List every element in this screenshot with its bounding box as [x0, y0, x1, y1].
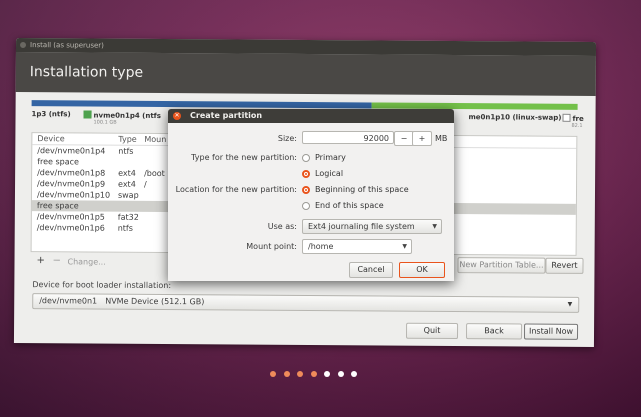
cell-device: /dev/nvme0n1p8	[37, 168, 106, 178]
cell-mount: /	[144, 179, 147, 189]
end-radio-label[interactable]: End of this space	[315, 201, 384, 210]
size-value: 92000	[363, 134, 389, 143]
progress-dot	[270, 371, 276, 377]
close-icon[interactable]: ✕	[173, 112, 181, 120]
cell-type: ntfs	[118, 146, 134, 156]
cell-device: free space	[37, 157, 80, 167]
partition-type-label: Type for the new partition:	[191, 153, 297, 162]
progress-dot	[283, 371, 290, 377]
step-progress	[0, 371, 641, 379]
legend-free-size: 82.1	[571, 122, 583, 129]
beginning-radio[interactable]	[302, 186, 310, 194]
cell-device: /dev/nvme0n1p9	[37, 179, 106, 189]
progress-dot	[310, 371, 317, 377]
beginning-radio-label[interactable]: Beginning of this space	[315, 185, 409, 194]
legend-swatch	[562, 113, 571, 122]
logical-radio[interactable]	[302, 170, 310, 178]
revert-button[interactable]: Revert	[545, 257, 584, 274]
mount-point-label: Mount point:	[246, 242, 297, 251]
boot-loader-label: Device for boot loader installation:	[32, 280, 172, 291]
use-as-label: Use as:	[267, 222, 297, 231]
cancel-button[interactable]: Cancel	[349, 262, 393, 278]
location-label: Location for the new partition:	[175, 185, 297, 194]
size-label: Size:	[277, 134, 297, 143]
install-now-button[interactable]: Install Now	[523, 323, 579, 340]
cell-type: ext4	[118, 168, 136, 178]
boot-device-description: NVMe Device (512.1 GB)	[105, 296, 205, 307]
end-radio[interactable]	[302, 202, 310, 210]
cell-device: free space	[36, 201, 79, 211]
ok-button[interactable]: OK	[399, 262, 445, 278]
window-close-icon[interactable]	[20, 42, 27, 49]
cell-type: ext4	[118, 179, 136, 189]
add-partition-button[interactable]: +	[36, 255, 44, 266]
remove-partition-button[interactable]: −	[52, 255, 60, 266]
cell-device: /dev/nvme0n1p4	[37, 146, 106, 156]
back-button[interactable]: Back	[465, 323, 523, 340]
use-as-value: Ext4 journaling file system	[308, 222, 415, 231]
create-partition-dialog: ✕ Create partition Size: 92000 − + MB Ty…	[168, 109, 454, 281]
legend-p4-size: 100.1 GB	[93, 119, 117, 126]
col-type[interactable]: Type	[118, 135, 136, 144]
progress-dot	[324, 371, 330, 377]
chevron-down-icon: ▼	[567, 300, 573, 308]
cell-type: swap	[117, 190, 139, 200]
cell-mount: /boot	[144, 168, 165, 179]
cell-device: /dev/nvme0n1p10	[36, 190, 111, 200]
cell-type: ntfs	[117, 223, 133, 233]
legend-swatch	[83, 110, 92, 119]
logical-radio-label[interactable]: Logical	[315, 169, 343, 178]
legend-item-free: fre	[562, 113, 584, 123]
cell-device: /dev/nvme0n1p6	[36, 223, 105, 233]
size-decrement-button[interactable]: −	[394, 131, 414, 146]
boot-device: /dev/nvme0n1	[39, 296, 98, 306]
change-partition-button[interactable]: Change...	[67, 257, 105, 266]
progress-dot	[351, 371, 357, 377]
dialog-titlebar: ✕ Create partition	[168, 109, 454, 123]
size-unit: MB	[435, 134, 448, 143]
quit-button[interactable]: Quit	[405, 322, 459, 340]
disk-segment-ntfs	[31, 100, 372, 109]
size-input[interactable]: 92000	[302, 131, 394, 144]
chevron-down-icon: ▼	[432, 223, 437, 230]
primary-radio-label[interactable]: Primary	[315, 153, 346, 162]
new-partition-table-button[interactable]: New Partition Table...	[457, 257, 546, 274]
cell-device: /dev/nvme0n1p5	[36, 212, 105, 222]
col-device[interactable]: Device	[37, 134, 64, 143]
progress-dot	[297, 371, 303, 377]
use-as-select[interactable]: Ext4 journaling file system ▼	[302, 219, 442, 234]
progress-dot	[337, 371, 344, 377]
window-title: Install (as superuser)	[29, 41, 104, 50]
page-title: Installation type	[15, 51, 596, 97]
mount-point-value: /home	[308, 242, 334, 251]
cell-type: fat32	[117, 212, 139, 222]
primary-radio[interactable]	[302, 154, 310, 162]
mount-point-select[interactable]: /home ▼	[302, 239, 412, 254]
size-increment-button[interactable]: +	[412, 131, 432, 146]
dialog-title: Create partition	[190, 111, 263, 120]
chevron-down-icon: ▼	[402, 243, 407, 250]
col-mount[interactable]: Moun	[144, 135, 166, 144]
boot-loader-select[interactable]: /dev/nvme0n1 NVMe Device (512.1 GB) ▼	[32, 293, 580, 313]
